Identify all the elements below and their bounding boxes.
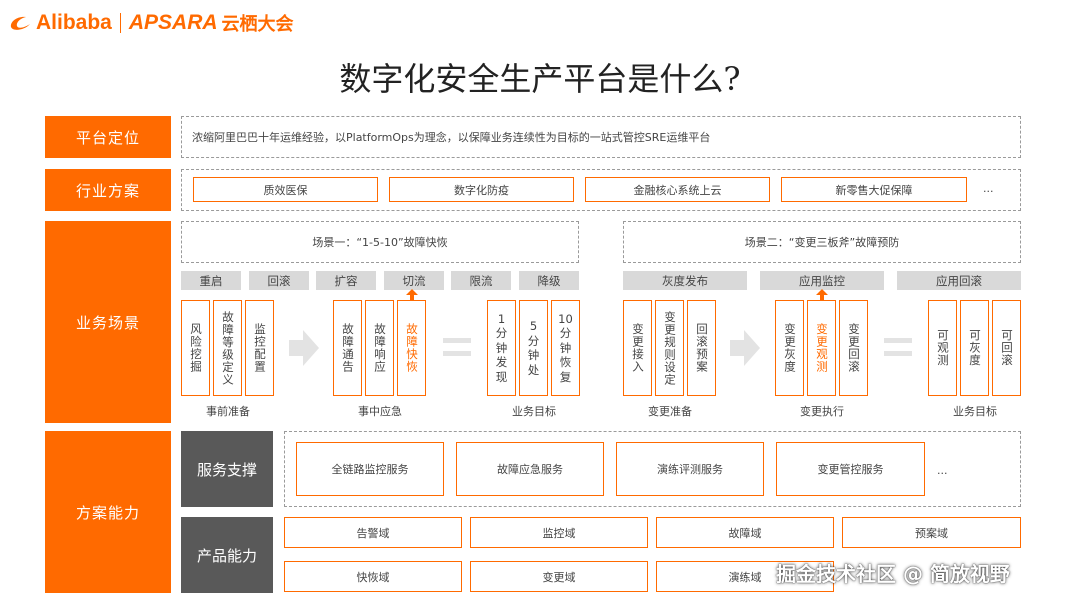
service-more: ... xyxy=(937,464,948,477)
scene2-exec-item-highlight: 变更观测 xyxy=(807,300,836,396)
scene1-pre-item: 风险挖掘 xyxy=(181,300,210,396)
scene2-prep-item: 回滚预案 xyxy=(687,300,716,396)
flow-arrow-icon xyxy=(289,330,319,366)
scene2-caption: 业务目标 xyxy=(953,405,997,418)
scene1-title: 场景一：“1-5-10”故障快恢 xyxy=(312,236,448,249)
industry-more: ... xyxy=(983,182,994,195)
scene1-goal-item: 5 分 钟 处 xyxy=(519,300,548,396)
watermark: 掘金技术社区 @ 简放视野 xyxy=(776,562,1010,586)
product-item: 监控域 xyxy=(470,517,648,548)
positioning-panel: 浓缩阿里巴巴十年运维经验，以PlatformOps为理念，以保障业务连续性为目标… xyxy=(181,116,1021,158)
industry-item: 数字化防疫 xyxy=(389,177,574,202)
industry-item: 金融核心系统上云 xyxy=(585,177,770,202)
service-support-label: 服务支撑 xyxy=(181,431,273,507)
logo-apsara-text: APSARA xyxy=(128,11,218,34)
up-arrow-icon xyxy=(816,289,828,301)
service-item: 全链路监控服务 xyxy=(296,442,444,496)
page-title: 数字化安全生产平台是什么? xyxy=(339,60,741,98)
scene1-goal-item: 10 分 钟 恢 复 xyxy=(551,300,580,396)
scene1-caption: 业务目标 xyxy=(512,405,556,418)
scene1-tag: 切流 xyxy=(384,271,444,290)
scene1-goal-item: 1 分 钟 发 现 xyxy=(487,300,516,396)
scene2-title: 场景二：“变更三板斧”故障预防 xyxy=(744,236,900,249)
scene2-exec-item: 变更回滚 xyxy=(839,300,868,396)
scene2-tag: 应用监控 xyxy=(760,271,884,290)
logo-yunqi-text: 云栖大会 xyxy=(221,14,294,34)
scene1-pre-item: 故障等级定义 xyxy=(213,300,242,396)
scene2-goal-item: 可回滚 xyxy=(992,300,1021,396)
up-arrow-icon xyxy=(406,289,418,301)
equals-bar-icon xyxy=(443,351,471,356)
scene1-mid-item-highlight: 故障快恢 xyxy=(397,300,426,396)
scene1-tag: 回滚 xyxy=(249,271,309,290)
scene2-exec-item: 变更灰度 xyxy=(775,300,804,396)
product-item: 预案域 xyxy=(842,517,1021,548)
scene1-tag: 降级 xyxy=(519,271,579,290)
product-item: 故障域 xyxy=(656,517,834,548)
service-item: 变更管控服务 xyxy=(776,442,925,496)
positioning-text: 浓缩阿里巴巴十年运维经验，以PlatformOps为理念，以保障业务连续性为目标… xyxy=(192,131,711,144)
scene2-prep-item: 变更规则设定 xyxy=(655,300,684,396)
alibaba-logo-icon xyxy=(10,16,31,30)
scene2-goal-item: 可观测 xyxy=(928,300,957,396)
logo-divider xyxy=(119,13,121,33)
row-label-scenario: 业务场景 xyxy=(45,221,171,423)
logo-alibaba-text: Alibaba xyxy=(36,11,112,34)
scene2-goal-item: 可灰度 xyxy=(960,300,989,396)
product-capability-label: 产品能力 xyxy=(181,517,273,593)
scene2-tag: 灰度发布 xyxy=(623,271,747,290)
header-logo: Alibaba APSARA 云栖大会 xyxy=(8,10,294,36)
service-item: 演练评测服务 xyxy=(616,442,764,496)
scene2-prep-item: 变更接入 xyxy=(623,300,652,396)
industry-item: 新零售大促保障 xyxy=(781,177,967,202)
scene1-tag: 扩容 xyxy=(316,271,376,290)
flow-arrow-icon xyxy=(730,330,760,366)
product-item: 变更域 xyxy=(470,561,648,592)
equals-bar-icon xyxy=(884,338,912,343)
product-item: 告警域 xyxy=(284,517,462,548)
scene2-caption: 变更准备 xyxy=(648,405,692,418)
scene2-header: 场景二：“变更三板斧”故障预防 xyxy=(623,221,1021,263)
equals-bar-icon xyxy=(884,351,912,356)
equals-bar-icon xyxy=(443,338,471,343)
row-label-positioning: 平台定位 xyxy=(45,116,171,158)
scene2-caption: 变更执行 xyxy=(800,405,844,418)
scene1-header: 场景一：“1-5-10”故障快恢 xyxy=(181,221,579,263)
scene1-mid-item: 故障响应 xyxy=(365,300,394,396)
scene1-tag: 限流 xyxy=(451,271,511,290)
scene1-tag: 重启 xyxy=(181,271,241,290)
scene2-tag: 应用回滚 xyxy=(897,271,1021,290)
scene1-caption: 事前准备 xyxy=(206,405,250,418)
scene1-caption: 事中应急 xyxy=(358,405,402,418)
scene1-pre-item: 监控配置 xyxy=(245,300,274,396)
product-item: 快恢域 xyxy=(284,561,462,592)
row-label-industry: 行业方案 xyxy=(45,169,171,211)
service-item: 故障应急服务 xyxy=(456,442,604,496)
industry-item: 质效医保 xyxy=(193,177,378,202)
scene1-mid-item: 故障通告 xyxy=(333,300,362,396)
row-label-capability: 方案能力 xyxy=(45,431,171,593)
